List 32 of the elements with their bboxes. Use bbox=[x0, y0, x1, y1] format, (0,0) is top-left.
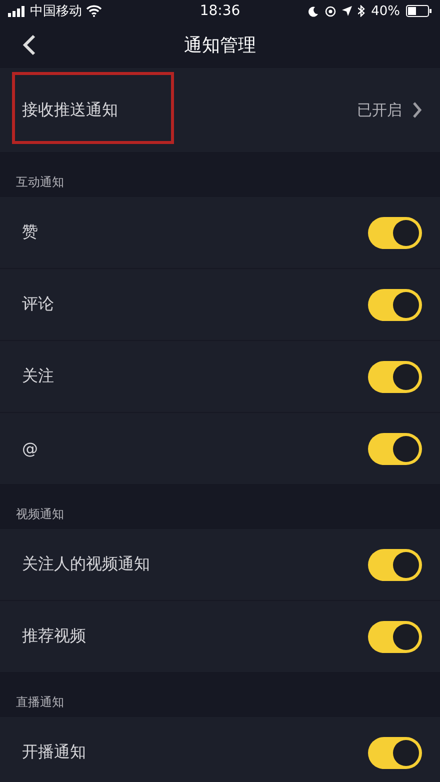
push-setting-row[interactable]: 接收推送通知 已开启 bbox=[0, 68, 440, 153]
row-label: 接收推送通知 bbox=[22, 100, 119, 120]
toggle-switch[interactable] bbox=[368, 360, 422, 392]
section-header: 直播通知 bbox=[16, 694, 64, 710]
battery-icon bbox=[406, 5, 432, 17]
page-title: 通知管理 bbox=[184, 34, 256, 57]
section-header: 视频通知 bbox=[16, 506, 64, 522]
back-icon[interactable] bbox=[22, 34, 36, 56]
bluetooth-icon bbox=[358, 5, 366, 17]
section-header: 互动通知 bbox=[16, 174, 64, 190]
setting-label: 赞 bbox=[22, 222, 39, 243]
location-icon bbox=[342, 6, 352, 16]
status-value: 已开启 bbox=[357, 100, 402, 120]
toggle-switch[interactable] bbox=[368, 216, 422, 248]
toggle-switch[interactable] bbox=[368, 432, 422, 464]
setting-label: 评论 bbox=[22, 294, 55, 315]
battery-percent: 40% bbox=[371, 4, 400, 18]
setting-label: 推荐视频 bbox=[22, 626, 87, 647]
toggle-switch[interactable] bbox=[368, 548, 422, 580]
moon-icon bbox=[308, 6, 320, 16]
setting-label: 开播通知 bbox=[22, 742, 87, 763]
setting-label: 关注人的视频通知 bbox=[22, 554, 151, 575]
chevron-icon bbox=[412, 101, 422, 119]
wifi-icon bbox=[86, 5, 102, 17]
toggle-switch[interactable] bbox=[368, 736, 422, 768]
setting-label: 关注 bbox=[22, 366, 55, 387]
status-time: 18:36 bbox=[200, 3, 240, 19]
toggle-switch[interactable] bbox=[368, 288, 422, 320]
carrier-name: 中国移动 bbox=[30, 3, 82, 20]
signal-icon bbox=[8, 6, 26, 16]
setting-label: @ bbox=[22, 439, 39, 458]
toggle-switch[interactable] bbox=[368, 620, 422, 652]
